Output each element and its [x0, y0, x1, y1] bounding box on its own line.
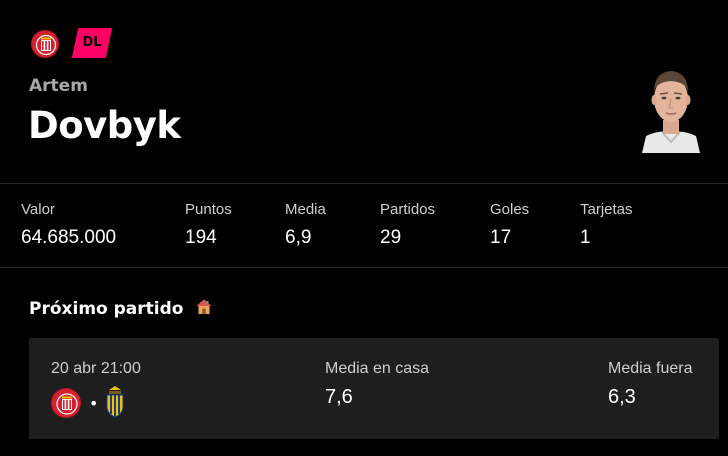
away-average-label: Media fuera: [608, 360, 693, 377]
home-average: Media en casa 7,6: [325, 360, 429, 409]
stat-number: 1: [580, 227, 591, 248]
stat-label: Puntos: [185, 201, 232, 218]
next-match-heading: Próximo partido: [29, 298, 213, 321]
stat-number: 17: [490, 227, 512, 248]
next-match-title: Próximo partido: [29, 299, 184, 319]
away-average-value: 6,3: [608, 386, 636, 408]
stat-label: Goles: [490, 201, 530, 218]
divider: [0, 267, 728, 268]
match-datetime: 20 abr 21:00: [51, 360, 141, 377]
stat-label: Tarjetas: [580, 201, 633, 218]
player-first-name: Artem: [29, 76, 88, 96]
stat-matches: Partidos 29: [380, 201, 435, 249]
stat-label: Partidos: [380, 201, 436, 218]
player-avatar: [640, 62, 702, 153]
stats-row: Valor 64.685.000 Puntos 194 Media 6,9 Pa…: [0, 184, 728, 267]
home-average-value: 7,6: [325, 386, 353, 408]
stat-number: 29: [380, 227, 402, 248]
stat-number: 194: [185, 227, 217, 248]
house-icon: [195, 298, 213, 321]
away-average: Media fuera 6,3: [608, 360, 693, 409]
player-last-name: Dovbyk: [28, 104, 181, 147]
stat-label: Media: [285, 201, 326, 218]
stat-number: 6,9: [285, 227, 312, 248]
player-header: DL Artem Dovbyk: [0, 0, 728, 183]
stat-number: 64.685.000: [21, 227, 117, 248]
stat-goals: Goles 17: [490, 201, 529, 249]
club-crest-icon[interactable]: [31, 30, 59, 58]
next-match-card[interactable]: 20 abr 21:00 • Media en casa 7,6 Media f…: [29, 338, 719, 439]
stat-value-market: Valor 64.685.000: [21, 201, 116, 249]
stat-average: Media 6,9: [285, 201, 326, 249]
versus-separator: •: [89, 394, 99, 413]
stat-cards: Tarjetas 1: [580, 201, 633, 249]
stat-label: Valor: [21, 201, 55, 218]
home-team-crest-icon: [51, 388, 81, 418]
home-average-label: Media en casa: [325, 360, 430, 377]
position-label: DL: [82, 35, 102, 50]
away-team-crest-icon: [105, 386, 125, 418]
stat-points: Puntos 194: [185, 201, 232, 249]
position-badge: DL: [71, 28, 113, 58]
